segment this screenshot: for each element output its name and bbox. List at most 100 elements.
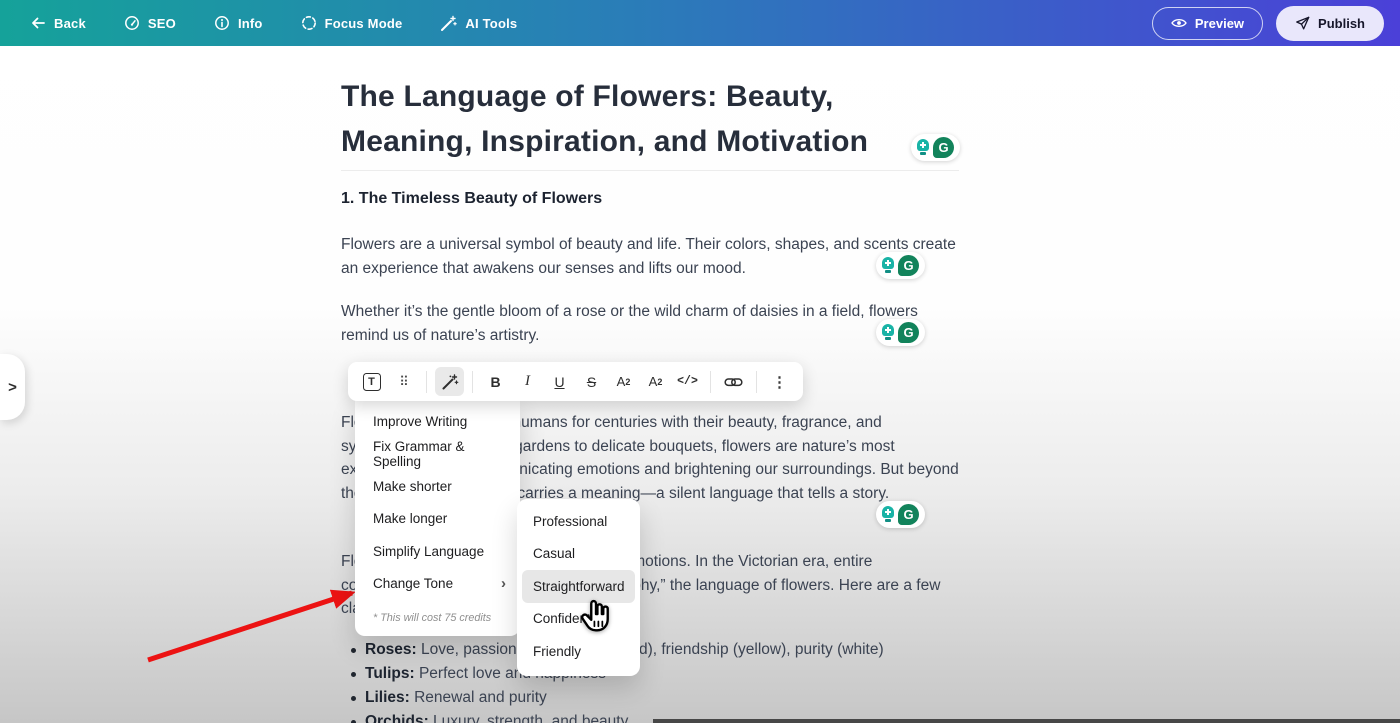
list-item[interactable]: Roses: Love, passion, and romance (red),…	[349, 638, 959, 662]
grammarly-icon[interactable]: G	[933, 137, 954, 158]
grammarly-icon[interactable]: G	[898, 504, 919, 525]
post-title[interactable]: The Language of Flowers: Beauty, Meaning…	[341, 74, 921, 164]
grammarly-icon[interactable]: G	[898, 322, 919, 343]
ai-assist-button[interactable]	[435, 367, 464, 396]
subscript-base: A	[649, 374, 658, 389]
lightbulb-icon	[882, 324, 894, 341]
ai-tools-label: AI Tools	[465, 16, 517, 31]
text-style-button[interactable]: T	[357, 367, 386, 396]
focus-mode-button[interactable]: Focus Mode	[301, 15, 403, 31]
chevron-right-icon: >	[8, 379, 17, 396]
credits-footnote: * This will cost 75 credits	[355, 600, 520, 624]
editor-page: Back SEO Info Focus Mode AI Tools P	[0, 0, 1400, 723]
focus-mode-label: Focus Mode	[325, 16, 403, 31]
menu-item-simplify-language[interactable]: Simplify Language	[355, 535, 520, 568]
drag-handle-icon: ⠿	[399, 374, 408, 390]
bullet-icon	[351, 672, 356, 677]
bullet-icon	[351, 696, 356, 701]
flower-meanings-list: Roses: Love, passion, and romance (red),…	[349, 638, 959, 723]
info-icon	[214, 15, 230, 31]
formatting-toolbar: T ⠿ B I U S A2 A2 </> ⋮	[348, 362, 803, 401]
focus-mode-icon	[301, 15, 317, 31]
list-item[interactable]: Tulips: Perfect love and happiness	[349, 662, 959, 686]
bottom-edge-strip	[653, 719, 1400, 723]
list-item-text: Renewal and purity	[414, 689, 547, 706]
tone-item-friendly[interactable]: Friendly	[517, 635, 640, 668]
preview-label: Preview	[1195, 16, 1244, 31]
sidebar-expand-tab[interactable]: >	[0, 354, 25, 420]
top-bar-right-group: Preview Publish	[1152, 6, 1384, 41]
tone-item-casual[interactable]: Casual	[517, 538, 640, 571]
suggestion-pill[interactable]: G	[911, 134, 960, 161]
title-divider	[341, 170, 959, 171]
link-icon	[724, 373, 743, 391]
code-button[interactable]: </>	[673, 367, 702, 396]
menu-item-improve-writing[interactable]: Improve Writing	[355, 405, 520, 438]
subscript-button[interactable]: A2	[641, 367, 670, 396]
superscript-base: A	[617, 374, 626, 389]
suggestion-pill[interactable]: G	[876, 252, 925, 279]
tone-submenu: Professional Casual Straightforward Conf…	[517, 499, 640, 676]
suggestion-pill[interactable]: G	[876, 319, 925, 346]
preview-button[interactable]: Preview	[1152, 7, 1263, 40]
send-icon	[1295, 16, 1310, 31]
tone-item-confident[interactable]: Confident	[517, 603, 640, 636]
back-arrow-icon	[30, 15, 46, 31]
menu-item-fix-grammar[interactable]: Fix Grammar & Spelling	[355, 438, 520, 471]
eye-icon	[1171, 17, 1187, 29]
ai-tools-button[interactable]: AI Tools	[440, 15, 517, 32]
bold-button[interactable]: B	[481, 367, 510, 396]
more-options-button[interactable]: ⋮	[765, 367, 794, 396]
back-label: Back	[54, 16, 86, 31]
top-bar: Back SEO Info Focus Mode AI Tools P	[0, 0, 1400, 46]
underline-button[interactable]: U	[545, 367, 574, 396]
seo-gauge-icon	[124, 15, 140, 31]
drag-handle[interactable]: ⠿	[389, 367, 418, 396]
list-item-text: Love, passion, and romance (red), friend…	[421, 641, 884, 658]
toolbar-divider	[472, 371, 473, 393]
change-tone-label: Change Tone	[373, 576, 501, 591]
superscript-exp: 2	[625, 377, 630, 387]
magic-wand-icon	[440, 15, 457, 32]
strikethrough-button[interactable]: S	[577, 367, 606, 396]
ai-dropdown-menu: Improve Writing Fix Grammar & Spelling M…	[355, 400, 520, 636]
italic-button[interactable]: I	[513, 367, 542, 396]
paragraph-1[interactable]: Flowers are a universal symbol of beauty…	[341, 233, 963, 280]
menu-item-make-shorter[interactable]: Make shorter	[355, 470, 520, 503]
info-button[interactable]: Info	[214, 15, 263, 31]
info-label: Info	[238, 16, 263, 31]
toolbar-divider	[756, 371, 757, 393]
paragraph-2[interactable]: Whether it’s the gentle bloom of a rose …	[341, 300, 963, 347]
link-button[interactable]	[719, 367, 748, 396]
tone-item-professional[interactable]: Professional	[517, 505, 640, 538]
superscript-button[interactable]: A2	[609, 367, 638, 396]
menu-item-make-longer[interactable]: Make longer	[355, 503, 520, 536]
bullet-icon	[351, 648, 356, 653]
tone-item-straightforward[interactable]: Straightforward	[522, 570, 635, 603]
list-item[interactable]: Lilies: Renewal and purity	[349, 686, 959, 710]
back-button[interactable]: Back	[30, 15, 86, 31]
suggestion-pill[interactable]: G	[876, 501, 925, 528]
lightbulb-icon	[882, 506, 894, 523]
seo-button[interactable]: SEO	[124, 15, 176, 31]
list-item-label: Tulips:	[365, 665, 415, 682]
grammarly-icon[interactable]: G	[898, 255, 919, 276]
lightbulb-icon	[917, 139, 929, 156]
toolbar-divider	[426, 371, 427, 393]
publish-button[interactable]: Publish	[1276, 6, 1384, 41]
list-item-label: Roses:	[365, 641, 417, 658]
list-item-label: Lilies:	[365, 689, 410, 706]
section-heading[interactable]: 1. The Timeless Beauty of Flowers	[341, 190, 602, 208]
top-bar-left-group: Back SEO Info Focus Mode AI Tools	[30, 15, 517, 32]
chevron-right-icon: ›	[501, 575, 506, 592]
list-item-label: Orchids:	[365, 713, 429, 723]
lightbulb-icon	[882, 257, 894, 274]
menu-item-change-tone[interactable]: Change Tone ›	[355, 568, 520, 601]
publish-label: Publish	[1318, 16, 1365, 31]
magic-wand-icon	[441, 373, 459, 391]
subscript-idx: 2	[657, 377, 662, 387]
toolbar-divider	[710, 371, 711, 393]
list-item-text: Luxury, strength, and beauty	[433, 713, 628, 723]
text-style-icon: T	[363, 373, 381, 391]
seo-label: SEO	[148, 16, 176, 31]
